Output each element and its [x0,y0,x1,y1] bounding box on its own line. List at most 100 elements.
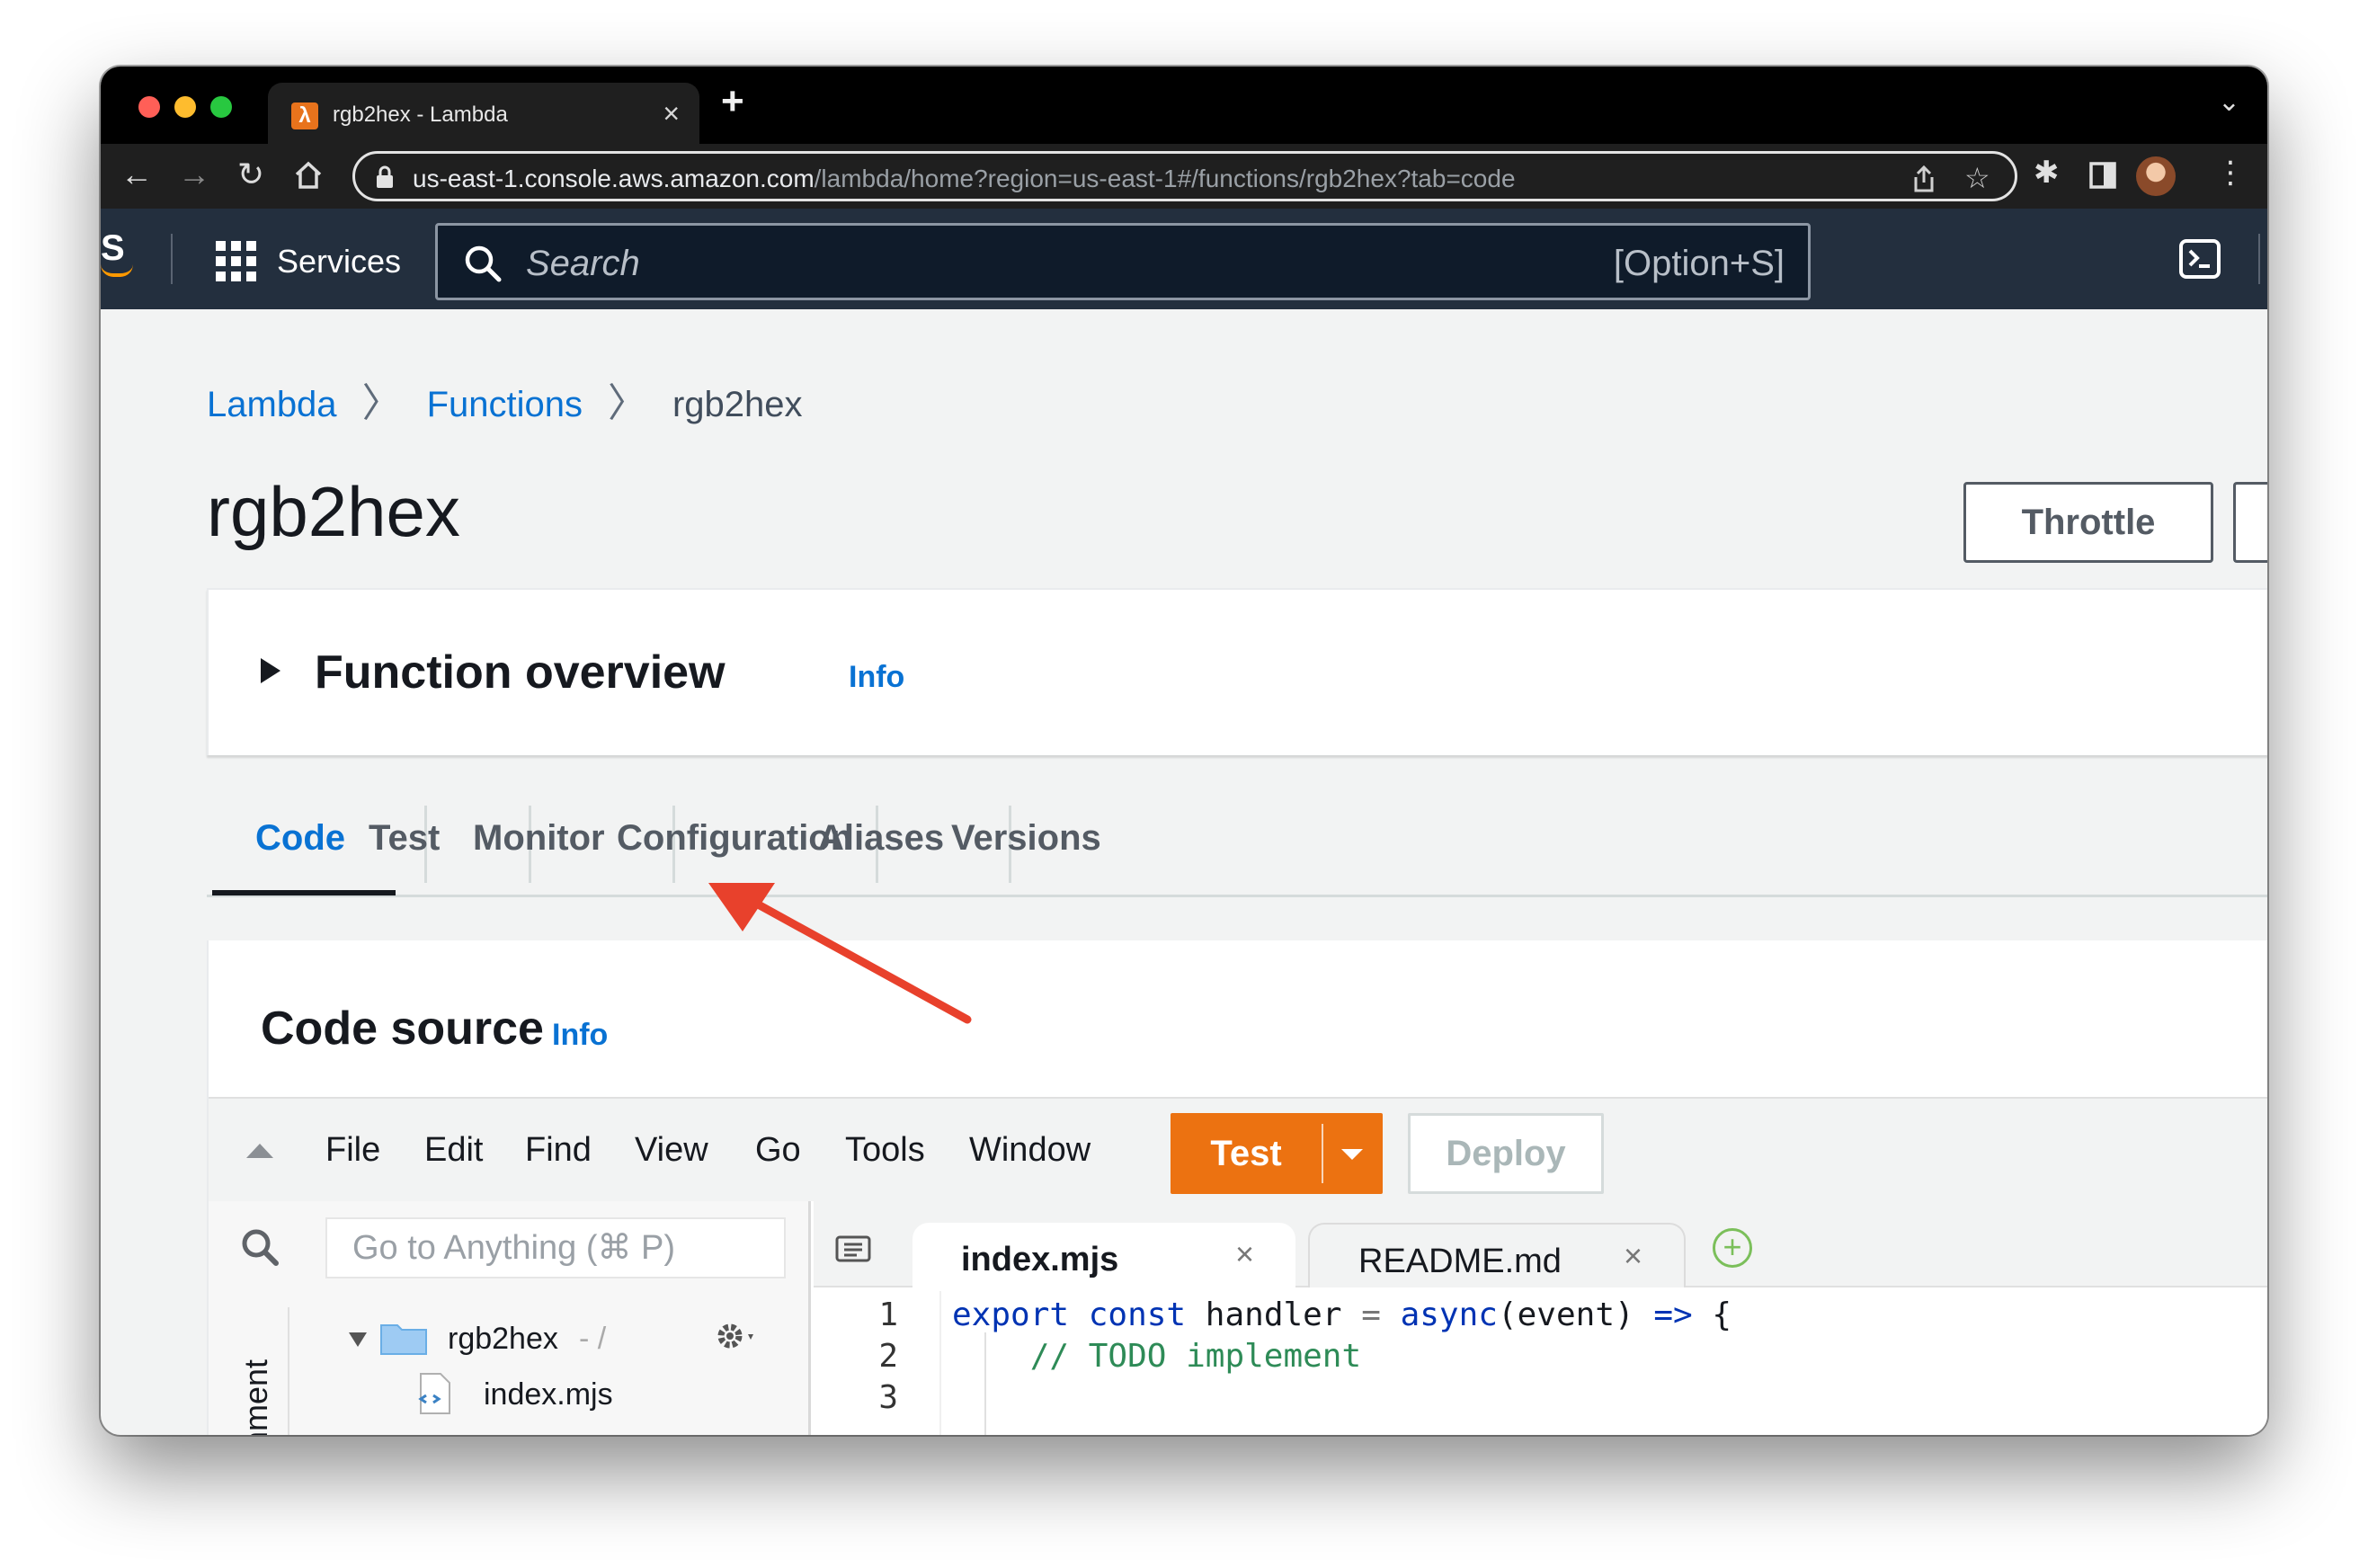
address-bar[interactable]: us-east-1.console.aws.amazon.com/lambda/… [352,151,2017,201]
chevron-down-icon[interactable]: ⌄ [2218,86,2240,118]
line-number: 1 [878,1296,898,1333]
reload-icon[interactable]: ↻ [237,156,264,192]
search-icon[interactable] [239,1226,280,1268]
browser-tab-title: rgb2hex - Lambda [333,102,508,127]
split-divider [1322,1124,1323,1183]
aws-console-header: S Services Search [Option+S] [101,209,2267,309]
editor-tab-index[interactable]: index.mjs × [912,1223,1295,1287]
bookmark-star-icon[interactable]: ☆ [1964,161,1990,195]
ide-test-button[interactable]: Test [1171,1113,1383,1194]
back-arrow-icon[interactable]: ← [120,156,153,192]
tab-test[interactable]: Test [369,818,440,859]
caret-down-icon[interactable] [1341,1149,1363,1160]
more-menu-icon[interactable]: ⋮ [2215,155,2246,191]
close-icon[interactable]: × [1235,1235,1254,1273]
forward-arrow-icon[interactable]: → [178,156,210,192]
chevron-right-icon: 〉 [361,381,402,425]
tab-code[interactable]: Code [255,818,345,859]
breadcrumb-lambda[interactable]: Lambda [207,385,337,424]
close-window-button[interactable] [138,96,160,118]
ide-menu-bar: File Edit Find View Go Tools Window Test… [209,1097,2267,1201]
active-tab-indicator [212,890,396,895]
tree-folder-name[interactable]: rgb2hex [448,1322,558,1357]
browser-tab-strip: λ rgb2hex - Lambda × + ⌄ [101,67,2267,144]
breadcrumb-functions[interactable]: Functions [427,385,583,424]
breadcrumb: Lambda 〉 Functions 〉 rgb2hex [207,370,803,428]
cloudshell-icon[interactable] [2179,239,2221,279]
browser-tab-active[interactable]: λ rgb2hex - Lambda × [268,83,699,144]
lambda-favicon-icon: λ [291,102,318,129]
new-tab-icon[interactable]: + [721,79,744,124]
editor-tab-label: README.md [1358,1243,1562,1280]
menu-find[interactable]: Find [525,1131,592,1170]
line-number: 3 [878,1379,898,1416]
line-number: 2 [878,1338,898,1375]
tab-aliases[interactable]: Aliases [818,818,944,859]
tree-folder-path: - / [579,1322,607,1356]
menu-window[interactable]: Window [969,1131,1091,1170]
function-overview-title[interactable]: Function overview [315,646,726,699]
profile-avatar[interactable] [2136,156,2176,196]
expand-caret-icon[interactable] [261,658,280,683]
editor-tab-label: index.mjs [961,1241,1119,1278]
tree-file-index[interactable]: index.mjs [484,1377,613,1412]
browser-window: λ rgb2hex - Lambda × + ⌄ ← → ↻ us-east-1… [101,67,2267,1435]
close-icon[interactable]: × [1624,1237,1642,1275]
throttle-button[interactable]: Throttle [1963,482,2213,563]
editor-tab-readme[interactable]: README.md × [1308,1223,1686,1287]
overview-info-link[interactable]: Info [849,660,904,695]
go-to-anything-input[interactable]: Go to Anything (⌘ P) [325,1217,786,1278]
code-text-area[interactable]: export const handler = async(event) => {… [939,1291,2267,1435]
tab-versions[interactable]: Versions [951,818,1101,859]
copy-arn-button[interactable] [2233,482,2267,563]
code-source-title: Code source [261,1002,544,1055]
tab-configuration[interactable]: Configuration [617,818,852,859]
aws-logo[interactable]: S [101,228,125,269]
search-placeholder: Search [526,244,640,283]
function-overview-panel: Function overview Info [207,588,2267,755]
menu-tools[interactable]: Tools [845,1131,925,1170]
line-number-gutter: 1 2 3 [814,1291,934,1435]
chevron-right-icon: 〉 [607,381,647,425]
deploy-button[interactable]: Deploy [1408,1113,1604,1194]
code-editor: index.mjs × README.md × + 1 2 3 export c… [814,1201,2267,1435]
aws-smile-logo-mark [101,264,133,277]
function-tabs: Code Test Monitor Configuration Aliases … [207,786,2267,897]
menu-edit[interactable]: Edit [424,1131,483,1170]
ide-file-panel: Go to Anything (⌘ P) ronment rgb2hex - /… [209,1201,811,1435]
menu-go[interactable]: Go [755,1131,801,1170]
header-divider [171,234,173,284]
tree-expand-caret-icon[interactable] [349,1332,367,1347]
breadcrumb-current: rgb2hex [672,385,803,424]
add-tab-icon[interactable]: + [1713,1228,1752,1268]
gear-icon[interactable] [712,1316,761,1356]
url-text: us-east-1.console.aws.amazon.com/lambda/… [413,165,1516,192]
home-icon[interactable] [293,160,324,191]
zoom-window-button[interactable] [210,96,232,118]
ide-test-label[interactable]: Test [1171,1113,1322,1194]
code-source-panel: Code source Info File Edit Find View Go … [207,940,2267,1435]
code-line-2: // TODO implement [1029,1338,1362,1375]
extensions-puzzle-icon[interactable]: ✱ [2034,155,2060,191]
lock-icon [377,165,393,188]
code-source-info-link[interactable]: Info [552,1018,608,1053]
minimize-window-button[interactable] [174,96,196,118]
environment-label: ronment [237,1359,274,1435]
tab-monitor[interactable]: Monitor [473,818,605,859]
console-search-input[interactable]: Search [Option+S] [435,223,1811,300]
editor-tab-bar: index.mjs × README.md × + [814,1201,2267,1287]
menu-view[interactable]: View [635,1131,708,1170]
page-title: rgb2hex [207,472,460,551]
services-menu-button[interactable]: Services [277,243,401,281]
search-icon [465,245,502,282]
folder-icon [380,1324,427,1355]
code-line-1: export const handler = async(event) => { [952,1296,1732,1333]
services-grid-icon[interactable] [216,241,257,282]
menu-file[interactable]: File [325,1131,380,1170]
environment-sidebar-tab[interactable]: ronment [236,1307,289,1435]
close-tab-icon[interactable]: × [663,97,680,130]
side-panel-icon[interactable] [2089,162,2116,189]
share-icon[interactable] [1910,165,1937,193]
collapse-caret-icon[interactable] [246,1144,273,1158]
tab-list-icon[interactable] [835,1235,871,1262]
